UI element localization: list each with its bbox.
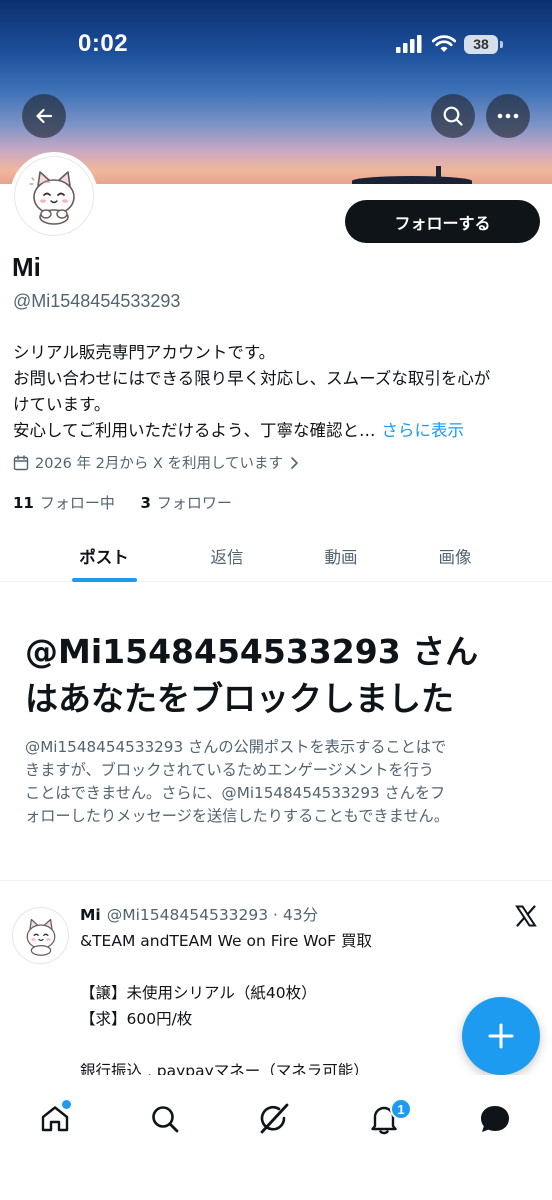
blocked-desc-line: ォローしたりメッセージを送信したりすることもできません。 bbox=[25, 807, 449, 825]
bottom-nav: 1 bbox=[0, 1075, 552, 1200]
search-button[interactable] bbox=[431, 94, 475, 138]
plus-icon bbox=[488, 1023, 514, 1049]
post-line: 【譲】未使用シリアル（紙40枚） bbox=[80, 984, 317, 1002]
following-link[interactable]: 11 フォロー中 bbox=[13, 494, 115, 512]
status-bar: 0:02 38 bbox=[0, 0, 552, 90]
cat-avatar-icon bbox=[29, 171, 75, 225]
bio-line: お問い合わせにはできる限り早く対応し、スムーズな取引を心が bbox=[13, 369, 491, 388]
tab-images[interactable]: 画像 bbox=[398, 530, 512, 581]
followers-link[interactable]: 3 フォロワー bbox=[140, 494, 231, 512]
profile-avatar[interactable] bbox=[10, 152, 98, 240]
arrow-left-icon bbox=[36, 108, 53, 124]
section-divider bbox=[0, 880, 552, 881]
profile-display-name: Mi bbox=[12, 252, 41, 282]
nav-grok[interactable] bbox=[256, 1101, 292, 1137]
back-button[interactable] bbox=[22, 94, 66, 138]
banner-island bbox=[352, 176, 472, 184]
profile-tabs: ポスト 返信 動画 画像 bbox=[0, 530, 552, 582]
joined-date[interactable]: 2026 年 2月から X を利用しています bbox=[13, 452, 299, 473]
home-unread-dot bbox=[62, 1100, 71, 1109]
search-icon bbox=[443, 106, 463, 126]
following-count: 11 bbox=[13, 494, 34, 512]
calendar-icon bbox=[13, 454, 29, 470]
cat-avatar-icon bbox=[26, 918, 55, 956]
x-logo-icon bbox=[515, 905, 537, 927]
post-avatar[interactable] bbox=[12, 907, 69, 964]
post-author-name[interactable]: Mi bbox=[80, 906, 101, 924]
post-line bbox=[80, 1032, 520, 1058]
post-line: 【求】600円/枚 bbox=[80, 1010, 193, 1028]
post-header: Mi @Mi1548454533293 · 43分 bbox=[80, 903, 318, 925]
joined-text: 2026 年 2月から X を利用しています bbox=[35, 456, 284, 472]
battery-indicator: 38 bbox=[464, 35, 498, 54]
bio-line: けています。 bbox=[13, 395, 111, 414]
more-horizontal-icon bbox=[497, 113, 519, 119]
profile-bio: シリアル販売専門アカウントです。 お問い合わせにはできる限り早く対応し、スムーズ… bbox=[13, 340, 543, 444]
blocked-desc-line: きますが、ブロックされているためエンゲージメントを行う bbox=[25, 761, 434, 779]
follow-button[interactable]: フォローする bbox=[345, 200, 540, 243]
blocked-desc-line: @Mi1548454533293 さんの公開ポストを表示することはで bbox=[25, 738, 447, 756]
tab-posts[interactable]: ポスト bbox=[47, 530, 161, 581]
battery-tip bbox=[500, 41, 503, 48]
bio-line: シリアル販売専門アカウントです。 bbox=[13, 343, 276, 362]
nav-explore[interactable] bbox=[147, 1101, 183, 1137]
banner-tower bbox=[436, 166, 441, 180]
following-label: フォロー中 bbox=[39, 494, 115, 512]
cellular-signal-icon bbox=[396, 35, 422, 53]
grok-icon bbox=[260, 1103, 289, 1134]
status-time: 0:02 bbox=[78, 30, 129, 57]
post-line bbox=[80, 954, 520, 980]
wifi-icon bbox=[432, 35, 456, 52]
blocked-title-line: @Mi1548454533293 さん bbox=[25, 632, 479, 671]
compose-post-button[interactable] bbox=[462, 997, 540, 1075]
active-tab-indicator bbox=[72, 578, 137, 582]
profile-handle: @Mi1548454533293 bbox=[13, 291, 181, 311]
blocked-title-line: はあなたをブロックしました bbox=[25, 679, 454, 718]
blocked-title: @Mi1548454533293 さん はあなたをブロックしました bbox=[25, 628, 530, 722]
post-body[interactable]: &TEAM andTEAM We on Fire WoF 買取 【譲】未使用シリ… bbox=[80, 928, 520, 1084]
bio-line-text: 安心してご利用いただけるよう、丁寧な確認と… bbox=[13, 421, 376, 440]
post-line: &TEAM andTEAM We on Fire WoF 買取 bbox=[80, 932, 373, 950]
bio-line-last: 安心してご利用いただけるよう、丁寧な確認と… さらに表示 bbox=[13, 418, 543, 444]
post-meta: @Mi1548454533293 · 43分 bbox=[106, 906, 319, 924]
followers-label: フォロワー bbox=[156, 494, 232, 512]
show-more-link[interactable]: さらに表示 bbox=[382, 421, 465, 440]
more-button[interactable] bbox=[486, 94, 530, 138]
chevron-right-icon bbox=[291, 456, 298, 469]
nav-messages[interactable] bbox=[477, 1101, 513, 1137]
tab-videos[interactable]: 動画 bbox=[284, 530, 398, 581]
blocked-desc-line: ことはできません。さらに、@Mi1548454533293 さんをフ bbox=[25, 784, 446, 802]
chat-icon bbox=[481, 1106, 509, 1132]
notification-badge: 1 bbox=[390, 1098, 412, 1120]
blocked-description: @Mi1548454533293 さんの公開ポストを表示することはで きますが、… bbox=[25, 736, 530, 828]
followers-count: 3 bbox=[140, 494, 151, 512]
tab-replies[interactable]: 返信 bbox=[170, 530, 284, 581]
follow-stats: 11 フォロー中 3 フォロワー bbox=[13, 492, 232, 513]
search-icon bbox=[152, 1106, 179, 1133]
